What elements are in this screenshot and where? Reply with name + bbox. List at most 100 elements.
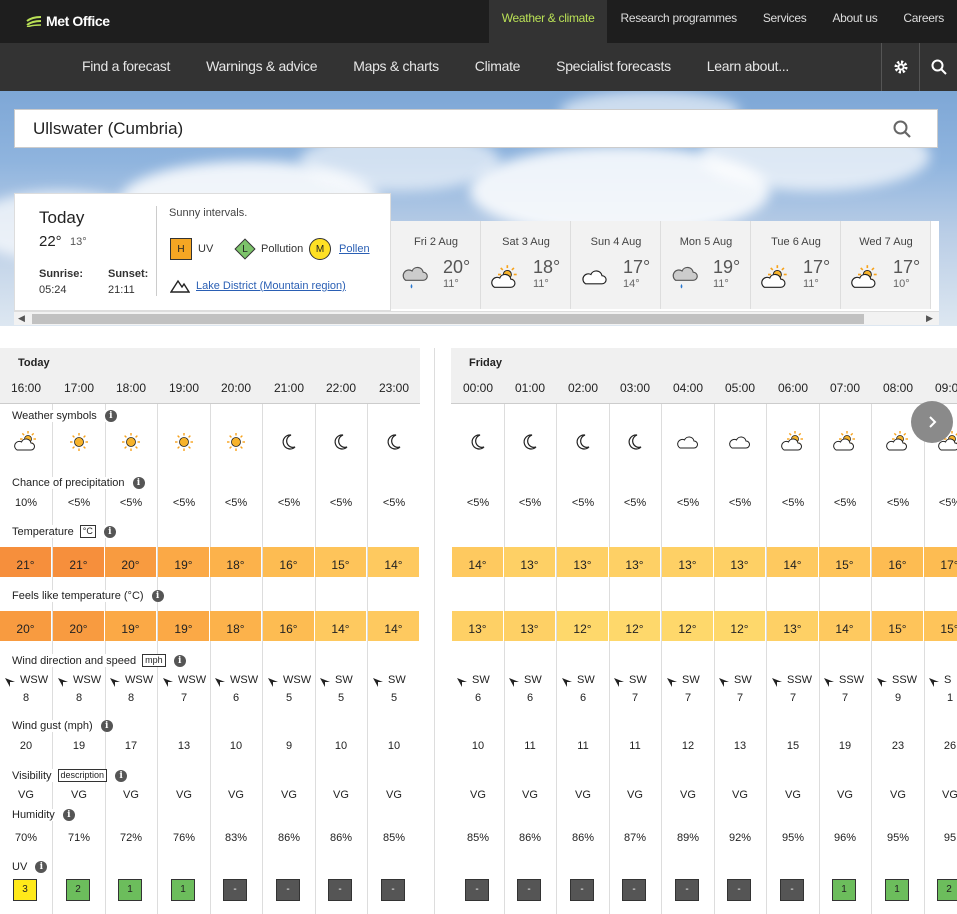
day-tab-5[interactable]: Wed 7 Aug 17° 10° xyxy=(841,221,931,309)
mainnav-item-1[interactable]: Warnings & advice xyxy=(188,43,335,91)
daily-scrollbar[interactable]: ◀ ▶ xyxy=(14,311,939,325)
uv-index-badge: - xyxy=(675,879,699,901)
search-icon[interactable] xyxy=(893,120,911,138)
info-icon[interactable]: i xyxy=(100,720,113,732)
humidity-value: 96% xyxy=(833,832,857,844)
pollen-link[interactable]: Pollen xyxy=(339,243,370,255)
precip-value: <5% xyxy=(938,497,957,509)
wind-unit-select[interactable]: mph xyxy=(142,654,166,667)
info-icon[interactable]: i xyxy=(115,769,128,782)
moon-icon xyxy=(382,430,406,454)
region-link[interactable]: Lake District (Mountain region) xyxy=(196,280,346,292)
wind-direction: SW xyxy=(734,674,752,686)
top-bar: Met Office Weather & climate Research pro… xyxy=(0,0,957,43)
info-icon[interactable]: i xyxy=(151,590,164,602)
location-search[interactable]: Ullswater (Cumbria) xyxy=(14,109,938,148)
day-divider xyxy=(434,348,435,914)
cloud-icon xyxy=(581,264,609,297)
wind-gust: 10 xyxy=(471,740,485,752)
day-tab-4[interactable]: Tue 6 Aug 17° 11° xyxy=(751,221,841,309)
main-navigation: Find a forecast Warnings & advice Maps & c… xyxy=(0,43,957,91)
mainnav-item-0[interactable]: Find a forecast xyxy=(64,43,188,91)
wind-arrow-icon xyxy=(57,675,69,687)
topnav-item-3[interactable]: About us xyxy=(819,0,890,43)
hour-label: 20:00 xyxy=(220,381,252,395)
day-name: Mon 5 Aug xyxy=(679,236,733,248)
hour-label: 06:00 xyxy=(777,381,809,395)
topnav-item-2[interactable]: Services xyxy=(750,0,820,43)
day-low: 11° xyxy=(443,278,459,290)
temperature-value: 21° xyxy=(0,547,51,577)
today-day-label: Today xyxy=(18,357,50,369)
row-label-text: Humidity xyxy=(12,809,55,821)
next-hours-button[interactable] xyxy=(911,401,953,443)
met-office-logo[interactable]: Met Office xyxy=(26,13,110,29)
day-tab-3[interactable]: Mon 5 Aug 19° 11° xyxy=(661,221,751,309)
cloud-rain-icon xyxy=(671,264,699,297)
mainnav-item-4[interactable]: Specialist forecasts xyxy=(538,43,689,91)
pollen-link-text[interactable]: Pollen xyxy=(339,243,370,255)
mountain-icon xyxy=(170,279,190,293)
precip-value: <5% xyxy=(728,497,752,509)
friday-day-label: Friday xyxy=(469,357,503,369)
wind-arrow-icon xyxy=(508,675,520,687)
info-icon[interactable]: i xyxy=(103,525,116,538)
info-icon[interactable]: i xyxy=(173,654,186,667)
mainnav-item-5[interactable]: Learn about... xyxy=(689,43,807,91)
settings-button[interactable] xyxy=(881,43,919,91)
sun-cloud-icon xyxy=(761,264,789,297)
feels-like-value: 13° xyxy=(504,611,555,641)
day-low: 10° xyxy=(893,278,910,290)
row-label-visibility: Visibility description i xyxy=(12,769,132,782)
topnav-item-0[interactable]: Weather & climate xyxy=(488,0,608,43)
hour-label: 23:00 xyxy=(378,381,410,395)
hour-label: 17:00 xyxy=(63,381,95,395)
scroll-right-arrow[interactable]: ▶ xyxy=(926,313,933,324)
wind-speed: 6 xyxy=(474,692,482,704)
wind-arrow-icon xyxy=(718,675,730,687)
info-icon[interactable]: i xyxy=(35,861,48,873)
today-summary-card[interactable]: Today 22° 13° Sunrise: 05:24 Sunset: 21:… xyxy=(14,193,391,311)
info-icon[interactable]: i xyxy=(104,410,117,422)
wind-arrow-icon xyxy=(613,675,625,687)
wind-gust: 11 xyxy=(629,740,641,752)
topnav-item-4[interactable]: Careers xyxy=(890,0,957,43)
topnav-item-1[interactable]: Research programmes xyxy=(607,0,749,43)
visibility-unit-select[interactable]: description xyxy=(57,769,108,782)
temp-unit-select[interactable]: °C xyxy=(79,525,96,538)
scrollbar-thumb[interactable] xyxy=(32,314,864,324)
mainnav-item-2[interactable]: Maps & charts xyxy=(335,43,457,91)
row-label-text: Visibility xyxy=(12,769,52,782)
day-gap xyxy=(420,348,451,914)
search-input[interactable]: Ullswater (Cumbria) xyxy=(33,119,183,139)
mainnav-item-3[interactable]: Climate xyxy=(457,43,538,91)
wind-direction: SSW xyxy=(892,674,918,686)
info-icon[interactable]: i xyxy=(132,477,145,489)
uv-index-badge: - xyxy=(780,879,804,901)
sun-cloud-icon xyxy=(833,430,857,454)
wind-arrow-icon xyxy=(162,675,174,687)
chevron-right-icon xyxy=(929,416,937,428)
day-tab-2[interactable]: Sun 4 Aug 17° 14° xyxy=(571,221,661,309)
sunset-time: 21:11 xyxy=(108,284,135,296)
uv-index-badge: 2 xyxy=(66,879,90,901)
sun-icon xyxy=(67,430,91,454)
wind-speed: 7 xyxy=(180,692,188,704)
temperature-value: 15° xyxy=(819,547,870,577)
day-tab-0[interactable]: Fri 2 Aug 20° 11° xyxy=(391,221,481,309)
day-tab-1[interactable]: Sat 3 Aug 18° 11° xyxy=(481,221,571,309)
temperature-value: 14° xyxy=(368,547,419,577)
moon-icon xyxy=(623,430,647,454)
wind-direction: SSW xyxy=(787,674,813,686)
site-search-button[interactable] xyxy=(919,43,957,91)
temperature-value: 21° xyxy=(53,547,104,577)
wind-gust: 20 xyxy=(19,740,33,752)
region-link-text[interactable]: Lake District (Mountain region) xyxy=(196,280,346,292)
day-high: 17° xyxy=(893,257,921,277)
day-low: 14° xyxy=(623,278,640,290)
scroll-left-arrow[interactable]: ◀ xyxy=(18,313,25,324)
info-icon[interactable]: i xyxy=(62,809,75,821)
pollution-badge: L xyxy=(234,238,256,260)
feels-like-value: 12° xyxy=(557,611,608,641)
humidity-value: 72% xyxy=(119,832,143,844)
